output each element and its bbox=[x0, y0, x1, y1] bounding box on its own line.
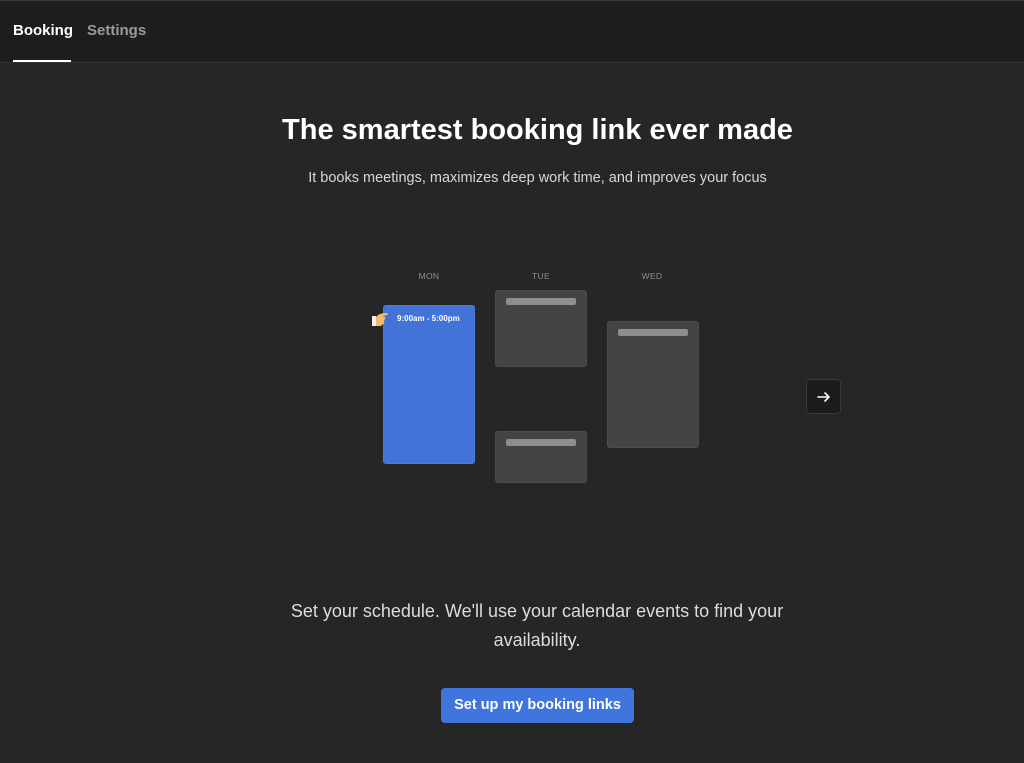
tab-settings[interactable]: Settings bbox=[87, 22, 146, 39]
day-label-tue: TUE bbox=[532, 271, 550, 281]
event-block bbox=[495, 290, 587, 367]
arrow-right-icon bbox=[817, 392, 830, 402]
event-block bbox=[607, 321, 699, 448]
day-label-mon: MON bbox=[418, 271, 440, 281]
tab-booking[interactable]: Booking bbox=[13, 22, 73, 39]
next-slide-button[interactable] bbox=[806, 379, 841, 414]
availability-block: 9:00am - 5:00pm bbox=[383, 305, 475, 464]
hand-pointer-icon bbox=[372, 313, 388, 326]
event-title-placeholder bbox=[618, 329, 688, 336]
event-title-placeholder bbox=[506, 298, 576, 305]
event-title-placeholder bbox=[506, 439, 576, 446]
page-subtitle: It books meetings, maximizes deep work t… bbox=[308, 170, 767, 186]
event-block bbox=[495, 431, 587, 483]
day-label-wed: WED bbox=[641, 271, 663, 281]
active-tab-indicator bbox=[13, 60, 71, 62]
setup-booking-links-button[interactable]: Set up my booking links bbox=[441, 688, 634, 723]
schedule-description: Set your schedule. We'll use your calend… bbox=[290, 601, 784, 650]
top-navigation-bar: Booking Settings bbox=[0, 0, 1024, 63]
page-title: The smartest booking link ever made bbox=[282, 114, 793, 146]
availability-time-label: 9:00am - 5:00pm bbox=[397, 314, 460, 323]
